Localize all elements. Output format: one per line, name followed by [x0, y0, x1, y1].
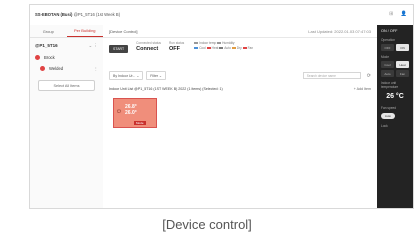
view-select[interactable]: By Indoor Ur... ⌄: [109, 71, 144, 80]
tree-item-brock[interactable]: Brock: [30, 52, 103, 63]
legend-item: Auto: [224, 46, 231, 50]
add-item-button[interactable]: + Add Item: [354, 87, 371, 91]
group-name: @P1_5T16: [35, 43, 58, 48]
user-icon[interactable]: 👤: [401, 11, 407, 17]
legend-swatch: [194, 42, 199, 45]
tree-item-label: Welded: [49, 66, 64, 71]
status-dot-icon: [35, 55, 40, 60]
lock-label: Lock: [381, 124, 388, 128]
legend-swatch: [231, 47, 236, 50]
legend-item: Dry: [236, 46, 242, 50]
breadcrumb-current: @P1_5T16 (1st Week B): [73, 12, 121, 17]
mode-fan-button[interactable]: Fan: [396, 70, 409, 77]
mode-cool-button[interactable]: Cool: [381, 61, 394, 68]
fan-label: Fan speed: [381, 106, 397, 110]
stat-value: OFF: [168, 46, 180, 52]
left-panel: Group Per Building @P1_5T16 ⌄ ⋮ Brock We…: [30, 25, 104, 208]
status-summary: START Connected status Connect Run statu…: [109, 41, 371, 67]
main-content: [Device Control] Last Updated: 2022.01.0…: [103, 25, 377, 208]
breadcrumb-root[interactable]: SS-EBOTAN (Busi): [35, 12, 72, 17]
setpoint-value[interactable]: 26 °C: [377, 90, 413, 103]
select-all-button[interactable]: Select All Items: [38, 80, 95, 91]
view-select-value: By Indoor Ur...: [113, 73, 136, 78]
filter-select[interactable]: Filter ⌄: [146, 71, 166, 80]
stat-value: Connect: [136, 46, 159, 52]
figure-caption: [Device control]: [162, 217, 252, 232]
power-off-button[interactable]: OFF: [381, 44, 394, 51]
group-header: @P1_5T16 ⌄ ⋮: [30, 38, 103, 52]
legend-swatch: [217, 42, 222, 45]
mode-row: Cool Heat: [377, 60, 413, 69]
legend-item: Cool: [199, 46, 206, 50]
legend-item: Humidity: [222, 41, 235, 45]
main-header: [Device Control] Last Updated: 2022.01.0…: [103, 25, 377, 38]
fan-speed-toggle[interactable]: Auto: [381, 113, 395, 119]
legend: Indoor temp Humidity Cool Heat Auto Dry …: [194, 41, 253, 51]
left-tabs: Group Per Building: [30, 25, 103, 38]
mode-heat-button[interactable]: Heat: [396, 61, 409, 68]
app-screenshot: SS-EBOTAN (Busi) @P1_5T16 (1st Week B) ⊞…: [29, 4, 414, 209]
legend-swatch: [206, 47, 211, 50]
power-icon[interactable]: ⏻: [117, 109, 121, 115]
unit-temps: 26.8° 26.0°: [125, 104, 137, 116]
stat-run: Run status OFF: [169, 41, 184, 52]
legend-swatch: [242, 47, 247, 50]
legend-item: Heat: [211, 46, 219, 50]
unit-list-header: Indoor Unit List @P1_5T16 (1ST WEEK B) 2…: [109, 87, 371, 91]
mode-tag: Mode: [134, 121, 146, 125]
refresh-icon[interactable]: ⟳: [367, 73, 371, 79]
operation-badge[interactable]: START: [109, 45, 129, 53]
setpoint-label: Indoor unit temperature: [381, 81, 399, 89]
legend-item: Fan: [247, 46, 254, 50]
indoor-unit-card[interactable]: ⏻ 26.8° 26.0° Mode: [113, 98, 157, 128]
power-on-button[interactable]: ON: [396, 44, 409, 51]
stat-label: Run status: [168, 41, 185, 45]
legend-item: Indoor temp: [199, 41, 217, 45]
top-bar: SS-EBOTAN (Busi) @P1_5T16 (1st Week B) ⊞…: [30, 5, 413, 26]
room-temperature: 26.0°: [125, 109, 137, 116]
mode-label: Mode: [381, 55, 389, 59]
mode-row-2: Auto Fan: [377, 69, 413, 78]
panel-title: ON / OFF: [381, 29, 398, 33]
search-input[interactable]: Search device name: [302, 72, 361, 79]
legend-swatch: [219, 47, 224, 50]
stat-connected: Connected status Connect: [136, 41, 161, 52]
control-panel: ON / OFF Operation OFF ON Mode Cool Heat…: [377, 25, 413, 208]
grid-icon[interactable]: ⊞: [389, 11, 393, 17]
breadcrumb: SS-EBOTAN (Busi) @P1_5T16 (1st Week B): [35, 12, 120, 17]
legend-swatch: [194, 47, 199, 50]
filter-toolbar: By Indoor Ur... ⌄ Filter ⌄ Search device…: [109, 71, 371, 80]
mode-auto-button[interactable]: Auto: [381, 70, 394, 77]
run-label: Operation: [381, 38, 395, 42]
filter-select-value: Filter: [150, 73, 159, 78]
stat-label: Connected status: [136, 41, 161, 45]
top-right-icons: ⊞ 👤: [383, 11, 407, 17]
group-menu-icon[interactable]: ⌄ ⋮: [88, 43, 98, 49]
status-dot-icon: [40, 66, 45, 71]
tab-group[interactable]: Group: [30, 25, 67, 37]
tab-per-building[interactable]: Per Building: [66, 25, 103, 37]
tree-item-welded[interactable]: Welded ⋮: [30, 63, 103, 74]
last-updated: Last Updated: 2022.01.03 07:47:03: [308, 29, 371, 34]
unit-list-title: Indoor Unit List @P1_5T16 (1ST WEEK B) 2…: [109, 87, 223, 91]
page-title: [Device Control]: [109, 29, 138, 34]
tree-item-label: Brock: [44, 55, 55, 60]
power-row: OFF ON: [377, 43, 413, 52]
more-icon[interactable]: ⋮: [94, 66, 98, 71]
